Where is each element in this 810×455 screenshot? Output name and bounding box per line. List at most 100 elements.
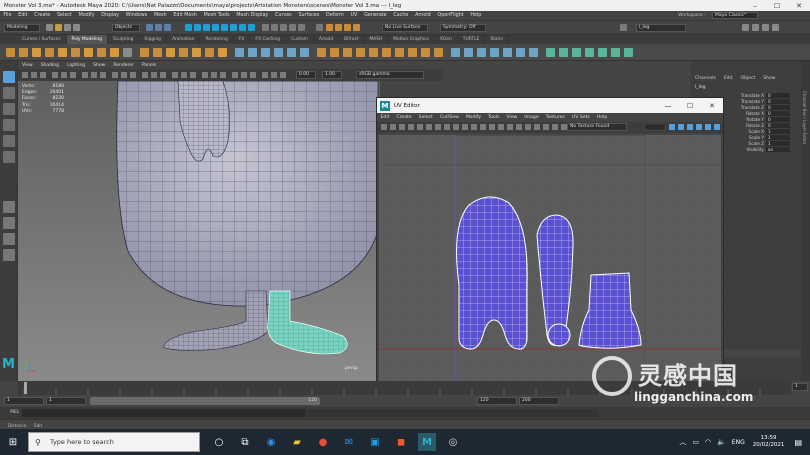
maximize-button[interactable]: ☐: [766, 2, 788, 10]
uv-menu-edit[interactable]: Edit: [377, 115, 393, 120]
uv-menu-create[interactable]: Create: [393, 115, 415, 120]
shelf-tab-arnold[interactable]: Arnold: [314, 35, 340, 44]
current-time-marker[interactable]: [24, 382, 27, 394]
save-scene-icon[interactable]: [55, 24, 62, 31]
uv-menu-help[interactable]: Help: [593, 115, 610, 120]
select-tool-icon[interactable]: [3, 71, 15, 83]
edge-browser-icon[interactable]: ◉: [262, 433, 280, 451]
snap-curve-icon[interactable]: [271, 24, 278, 31]
shelf-tab-sculpting[interactable]: Sculpting: [108, 35, 140, 44]
snap-point-icon[interactable]: [280, 24, 287, 31]
menu-uv[interactable]: UV: [347, 13, 361, 18]
modeling-toolkit-icon[interactable]: [742, 24, 749, 31]
shelf-tab-fx[interactable]: FX: [234, 35, 251, 44]
viewport-persp[interactable]: [18, 81, 380, 381]
uv-menu-view[interactable]: View: [503, 115, 521, 120]
shelf-primitive-icons[interactable]: [6, 48, 633, 57]
menu-edit-mesh[interactable]: Edit Mesh: [170, 13, 200, 18]
channel-box-tab-show[interactable]: Show: [759, 76, 779, 84]
select-by-type-face-icon[interactable]: [203, 24, 210, 31]
uv-menu-cut-sew[interactable]: Cut/Sew: [436, 115, 462, 120]
symmetry-dropdown[interactable]: Symmetry: Off: [440, 24, 486, 32]
menu-set-dropdown[interactable]: Modeling: [4, 24, 40, 32]
menu-deform[interactable]: Deform: [323, 13, 348, 18]
uv-menu-image[interactable]: Image: [521, 115, 542, 120]
volume-icon[interactable]: 🔈: [717, 438, 726, 446]
playback-start-field[interactable]: 1: [46, 397, 86, 405]
redo-icon[interactable]: [73, 24, 80, 31]
render-settings-icon[interactable]: [344, 24, 351, 31]
selection-mode-dropdown[interactable]: Objects: [112, 24, 140, 32]
uv-toolbar-icons[interactable]: [377, 122, 723, 133]
shelf-tab-turtle[interactable]: TURTLE: [458, 35, 486, 44]
maya-taskbar-icon[interactable]: M: [418, 433, 436, 451]
cortana-icon[interactable]: ○: [210, 433, 228, 451]
viewport-menu-panels[interactable]: Panels: [138, 63, 160, 68]
select-by-type-curve-icon[interactable]: [239, 24, 246, 31]
viewport-menu-shading[interactable]: Shading: [37, 63, 63, 68]
undo-icon[interactable]: [64, 24, 71, 31]
uv-texture-space[interactable]: [379, 135, 721, 381]
select-by-type-misc-icon[interactable]: [221, 24, 228, 31]
graph-editor-layout-icon[interactable]: [3, 249, 15, 261]
viewport-menu-show[interactable]: Show: [89, 63, 109, 68]
single-perspective-layout-icon[interactable]: [3, 201, 15, 213]
channel-box-tab-object[interactable]: Object: [737, 76, 760, 84]
range-slider[interactable]: 120: [90, 397, 320, 405]
shelf-tab-rendering[interactable]: Rendering: [200, 35, 234, 44]
menu-file[interactable]: File: [0, 13, 15, 18]
uv-menu-select[interactable]: Select: [415, 115, 436, 120]
menu-windows[interactable]: Windows: [122, 13, 150, 18]
scale-tool-icon[interactable]: [3, 151, 15, 163]
menu-curves[interactable]: Curves: [272, 13, 295, 18]
shelf-tab-poly-modeling[interactable]: Poly Modeling: [66, 35, 108, 44]
exposure-field[interactable]: 0.00: [296, 71, 316, 79]
select-by-type-edge-icon[interactable]: [194, 24, 201, 31]
viewport-menu-view[interactable]: View: [18, 63, 37, 68]
channel-box-tab-channels[interactable]: Channels: [691, 76, 720, 84]
menu-openflight[interactable]: OpenFlight: [434, 13, 467, 18]
chrome-icon[interactable]: ●: [314, 433, 332, 451]
minimize-button[interactable]: –: [744, 2, 766, 10]
select-hierarchy-icon[interactable]: [146, 24, 153, 31]
animation-start-field[interactable]: 1: [4, 397, 44, 405]
shelf-tab-animation[interactable]: Animation: [167, 35, 201, 44]
menu-surfaces[interactable]: Surfaces: [295, 13, 323, 18]
menu-arnold[interactable]: Arnold: [412, 13, 434, 18]
lasso-tool-icon[interactable]: [3, 87, 15, 99]
mail-icon[interactable]: ✉: [340, 433, 358, 451]
side-tab-channel-box[interactable]: Channel Box / Layer Editor: [802, 91, 807, 144]
mel-label[interactable]: MEL: [10, 410, 19, 415]
gamma-field[interactable]: 1.00: [322, 71, 342, 79]
snap-grid-icon[interactable]: [262, 24, 269, 31]
select-by-type-uv-icon[interactable]: [212, 24, 219, 31]
name-field[interactable]: l_leg: [636, 24, 686, 32]
store-icon[interactable]: ▣: [366, 433, 384, 451]
menu-cache[interactable]: Cache: [390, 13, 412, 18]
live-surface-field[interactable]: No Live Surface: [382, 24, 428, 32]
uv-maximize-button[interactable]: ☐: [679, 102, 701, 110]
wifi-icon[interactable]: ◠: [705, 438, 711, 446]
shelf-tab-bifrost[interactable]: Bifrost: [339, 35, 365, 44]
uv-close-button[interactable]: ✕: [701, 102, 723, 110]
menu-mesh-tools[interactable]: Mesh Tools: [200, 13, 233, 18]
close-button[interactable]: ✕: [788, 2, 810, 10]
channel-box-tab-edit[interactable]: Edit: [720, 76, 737, 84]
tray-chevron-icon[interactable]: ︿: [679, 437, 686, 447]
obs-icon[interactable]: ◎: [444, 433, 462, 451]
shelf-tab-curves-surfaces[interactable]: Curves / Surfaces: [17, 35, 67, 44]
menu-select[interactable]: Select: [54, 13, 76, 18]
shelf-tab-motion-graphics[interactable]: Motion Graphics: [388, 35, 435, 44]
menu-mesh-display[interactable]: Mesh Display: [233, 13, 272, 18]
file-explorer-icon[interactable]: ▰: [288, 433, 306, 451]
texture-image-field[interactable]: No Texture Found: [567, 123, 627, 131]
outliner-layout-icon[interactable]: [3, 233, 15, 245]
attribute-editor-icon[interactable]: [752, 24, 759, 31]
render-current-icon[interactable]: [326, 24, 333, 31]
select-by-type-surface-icon[interactable]: [248, 24, 255, 31]
menu-display[interactable]: Display: [98, 13, 122, 18]
select-object-icon[interactable]: [155, 24, 162, 31]
select-component-icon[interactable]: [164, 24, 171, 31]
office-icon[interactable]: ◼: [392, 433, 410, 451]
shelf-tab-stairs[interactable]: Stairs: [485, 35, 509, 44]
